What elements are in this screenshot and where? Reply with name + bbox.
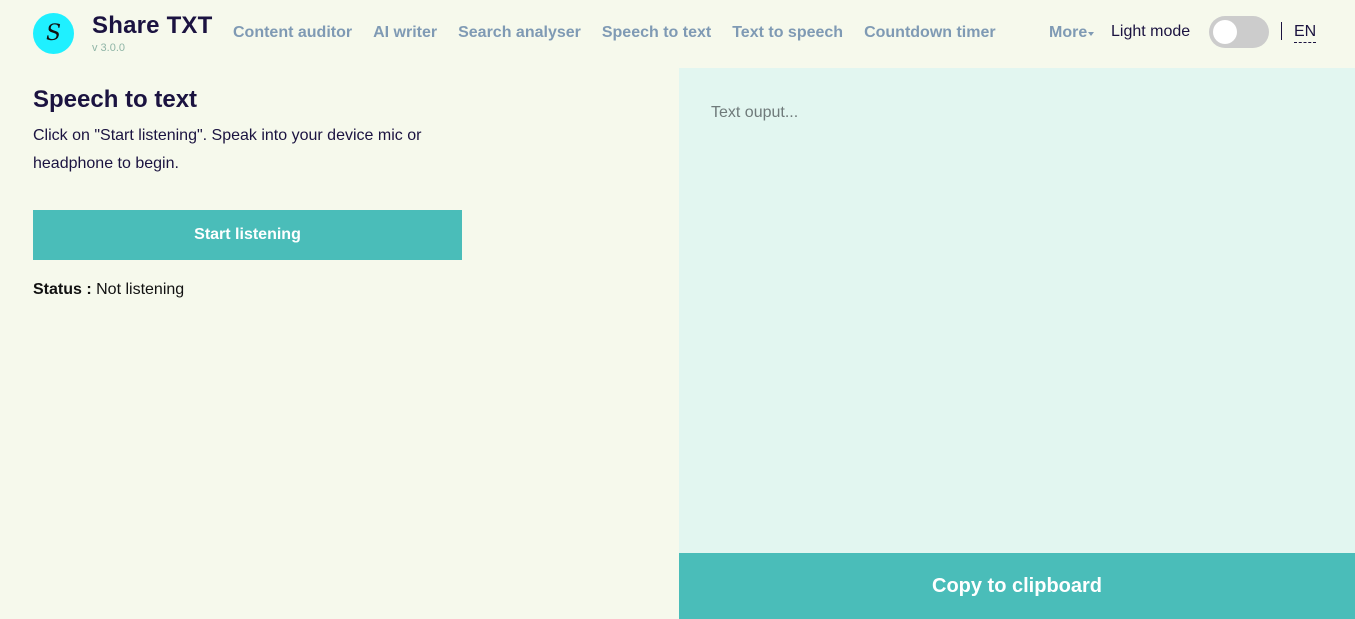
- more-menu[interactable]: More: [1049, 24, 1095, 42]
- status-value: Not listening: [96, 281, 185, 298]
- chevron-down-icon: [1088, 32, 1095, 36]
- toggle-knob: [1213, 20, 1237, 44]
- brand-name[interactable]: Share TXT: [92, 12, 213, 40]
- theme-toggle[interactable]: [1209, 16, 1269, 48]
- text-output[interactable]: [679, 68, 1355, 553]
- more-label: More: [1049, 24, 1088, 41]
- version-label: v 3.0.0: [92, 42, 126, 54]
- status-label: Status :: [33, 281, 92, 298]
- nav-countdown-timer[interactable]: Countdown timer: [864, 24, 996, 42]
- logo-letter: S: [45, 20, 62, 46]
- nav-speech-to-text[interactable]: Speech to text: [602, 24, 711, 42]
- light-mode-label: Light mode: [1111, 23, 1191, 40]
- nav-text-to-speech[interactable]: Text to speech: [732, 24, 843, 42]
- copy-to-clipboard-button[interactable]: Copy to clipboard: [679, 553, 1355, 619]
- header-divider: [1281, 22, 1282, 40]
- nav-ai-writer[interactable]: AI writer: [373, 24, 437, 42]
- language-selector[interactable]: EN: [1294, 23, 1317, 43]
- status-line: Status : Not listening: [33, 281, 184, 299]
- output-panel: [679, 68, 1355, 553]
- instructions-text: Click on "Start listening". Speak into y…: [33, 127, 422, 172]
- main-nav: Content auditor AI writer Search analyse…: [233, 24, 1017, 42]
- page-title: Speech to text: [33, 86, 198, 113]
- nav-content-auditor[interactable]: Content auditor: [233, 24, 352, 42]
- nav-search-analyser[interactable]: Search analyser: [458, 24, 581, 42]
- start-listening-button[interactable]: Start listening: [33, 210, 462, 260]
- logo[interactable]: S: [33, 13, 74, 54]
